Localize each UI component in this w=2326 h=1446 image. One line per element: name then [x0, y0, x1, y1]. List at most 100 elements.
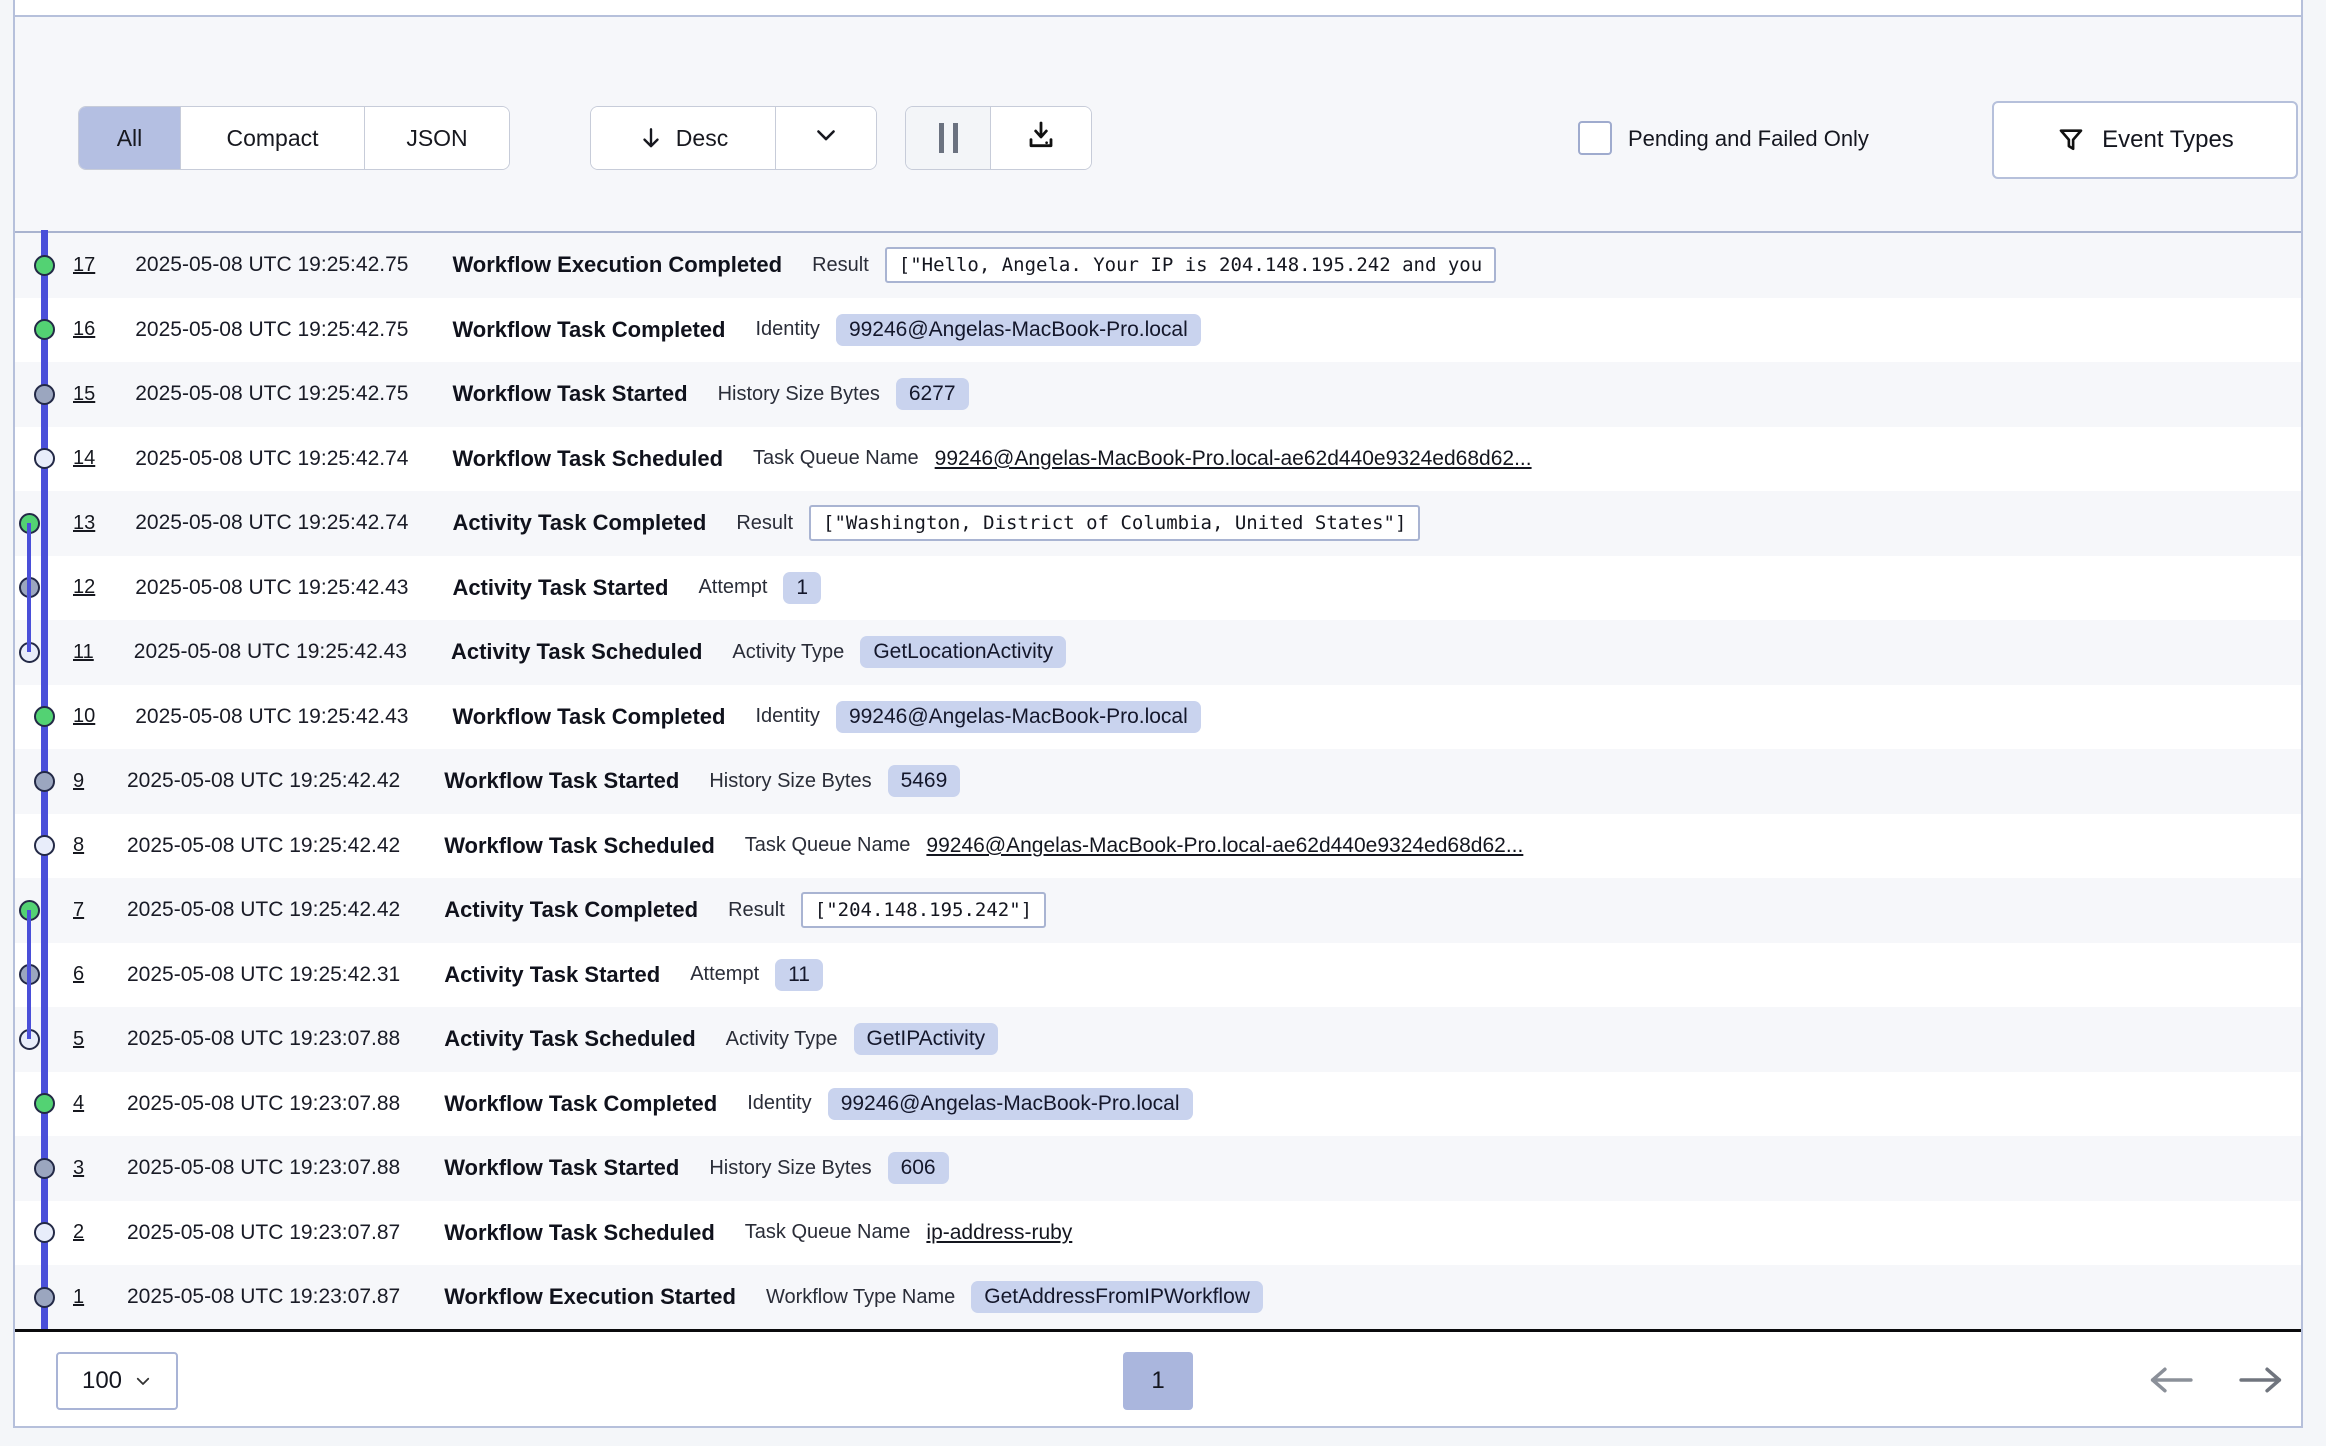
arrow-right-icon — [2235, 1360, 2287, 1400]
event-id-link[interactable]: 10 — [73, 705, 95, 728]
event-timestamp: 2025-05-08 UTC 19:25:42.43 — [135, 705, 408, 729]
event-detail-value: 99246@Angelas-MacBook-Pro.local — [828, 1088, 1193, 1120]
event-name: Workflow Execution Completed — [452, 252, 782, 278]
event-detail-label: Workflow Type Name — [766, 1286, 955, 1309]
event-dot-green — [34, 319, 55, 340]
event-detail-label: Result — [736, 512, 793, 535]
event-name: Workflow Task Scheduled — [444, 833, 715, 859]
event-id-link[interactable]: 17 — [73, 254, 95, 277]
sort-label: Desc — [676, 125, 728, 152]
event-row[interactable]: 112025-05-08 UTC 19:25:42.43Activity Tas… — [15, 620, 2301, 685]
event-detail-value[interactable]: 99246@Angelas-MacBook-Pro.local-ae62d440… — [926, 834, 1523, 858]
event-detail-label: History Size Bytes — [709, 1157, 871, 1180]
event-id-link[interactable]: 11 — [73, 641, 94, 664]
event-id-link[interactable]: 4 — [73, 1092, 87, 1115]
event-detail-value: 5469 — [888, 765, 961, 797]
event-id-link[interactable]: 14 — [73, 447, 95, 470]
event-name: Workflow Task Started — [444, 1155, 679, 1181]
event-row[interactable]: 8 2025-05-08 UTC 19:25:42.42 Workflow Task… — [15, 814, 2301, 879]
event-dot-green — [34, 1093, 55, 1114]
event-detail-label: Identity — [755, 705, 819, 728]
event-timestamp: 2025-05-08 UTC 19:23:07.88 — [127, 1156, 400, 1180]
event-name: Activity Task Completed — [444, 897, 698, 923]
event-timestamp: 2025-05-08 UTC 19:23:07.88 — [127, 1027, 400, 1051]
event-id-link[interactable]: 13 — [73, 512, 95, 535]
event-dot-white — [34, 448, 55, 469]
event-detail-value[interactable]: ip-address-ruby — [926, 1221, 1072, 1245]
sort-desc-button[interactable]: Desc — [591, 107, 776, 169]
event-detail-label: Identity — [747, 1092, 811, 1115]
event-name: Workflow Task Started — [452, 381, 687, 407]
event-timestamp: 2025-05-08 UTC 19:25:42.74 — [135, 447, 408, 471]
event-id-link[interactable]: 7 — [73, 899, 87, 922]
event-name: Workflow Task Scheduled — [452, 446, 723, 472]
event-row[interactable]: 3 2025-05-08 UTC 19:23:07.88 Workflow Task… — [15, 1136, 2301, 1201]
event-name: Activity Task Started — [452, 575, 668, 601]
event-detail-value: 606 — [888, 1152, 949, 1184]
event-types-label: Event Types — [2102, 126, 2234, 154]
sort-dropdown-button[interactable] — [776, 107, 876, 169]
event-detail-value: GetIPActivity — [854, 1023, 999, 1055]
event-row[interactable]: 52025-05-08 UTC 19:23:07.88Activity Task… — [15, 1007, 2301, 1072]
event-row[interactable]: 22025-05-08 UTC 19:23:07.87Workflow Task… — [15, 1201, 2301, 1266]
event-timestamp: 2025-05-08 UTC 19:25:42.75 — [135, 318, 408, 342]
prev-page-button[interactable] — [2143, 1354, 2199, 1406]
event-id-link[interactable]: 12 — [73, 576, 95, 599]
view-mode-group: All Compact JSON — [78, 106, 510, 170]
event-row[interactable]: 4 2025-05-08 UTC 19:23:07.88 Workflow Task… — [15, 1072, 2301, 1137]
event-dot-white — [34, 835, 55, 856]
current-page-indicator: 1 — [1123, 1352, 1193, 1410]
event-name: Workflow Task Scheduled — [444, 1220, 715, 1246]
event-detail-label: Task Queue Name — [745, 834, 911, 857]
filter-icon — [2056, 125, 2086, 155]
event-id-link[interactable]: 15 — [73, 383, 95, 406]
event-detail-label: Task Queue Name — [753, 447, 919, 470]
event-detail-value: 99246@Angelas-MacBook-Pro.local — [836, 701, 1201, 733]
event-dot-white — [34, 1222, 55, 1243]
event-id-link[interactable]: 16 — [73, 318, 95, 341]
event-id-link[interactable]: 9 — [73, 770, 87, 793]
event-detail-label: Attempt — [690, 963, 759, 986]
event-id-link[interactable]: 3 — [73, 1157, 87, 1180]
event-types-button[interactable]: Event Types — [1992, 101, 2298, 179]
timeline-branch-line — [27, 523, 32, 652]
pause-button[interactable] — [906, 107, 991, 169]
event-id-link[interactable]: 5 — [73, 1028, 87, 1051]
event-id-link[interactable]: 8 — [73, 834, 87, 857]
download-button[interactable] — [991, 107, 1091, 169]
event-timestamp: 2025-05-08 UTC 19:25:42.42 — [127, 834, 400, 858]
event-history-toolbar: All Compact JSON Desc — [15, 17, 2301, 232]
event-row[interactable]: 122025-05-08 UTC 19:25:42.43Activity Tas… — [15, 556, 2301, 621]
page-size-select[interactable]: 100 — [56, 1352, 178, 1410]
event-timestamp: 2025-05-08 UTC 19:25:42.74 — [135, 511, 408, 535]
pending-failed-checkbox[interactable] — [1578, 121, 1612, 155]
event-row[interactable]: 14 2025-05-08 UTC 19:25:42.74 Workflow Tas… — [15, 427, 2301, 492]
event-id-link[interactable]: 1 — [73, 1286, 87, 1309]
event-detail-value: ["Hello, Angela. Your IP is 204.148.195.… — [885, 247, 1496, 283]
event-history-panel: All Compact JSON Desc — [13, 0, 2303, 1428]
event-detail-label: Result — [728, 899, 785, 922]
event-detail-value: 11 — [775, 959, 823, 991]
event-row[interactable]: 62025-05-08 UTC 19:25:42.31Activity Task… — [15, 943, 2301, 1008]
event-row[interactable]: 162025-05-08 UTC 19:25:42.75Workflow Tas… — [15, 298, 2301, 363]
event-row[interactable]: 92025-05-08 UTC 19:25:42.42Workflow Task… — [15, 749, 2301, 814]
next-page-button[interactable] — [2233, 1354, 2289, 1406]
event-timestamp: 2025-05-08 UTC 19:23:07.88 — [127, 1092, 400, 1116]
event-row[interactable]: 72025-05-08 UTC 19:25:42.42Activity Task… — [15, 878, 2301, 943]
event-row[interactable]: 172025-05-08 UTC 19:25:42.75Workflow Exe… — [15, 233, 2301, 298]
event-row[interactable]: 12025-05-08 UTC 19:23:07.87Workflow Exec… — [15, 1265, 2301, 1330]
timeline-branch-line — [27, 910, 32, 1039]
event-id-link[interactable]: 2 — [73, 1221, 87, 1244]
event-row[interactable]: 102025-05-08 UTC 19:25:42.43Workflow Tas… — [15, 685, 2301, 750]
event-detail-value[interactable]: 99246@Angelas-MacBook-Pro.local-ae62d440… — [935, 447, 1532, 471]
event-name: Workflow Task Completed — [444, 1091, 717, 1117]
event-row[interactable]: 152025-05-08 UTC 19:25:42.75Workflow Tas… — [15, 362, 2301, 427]
event-detail-label: Activity Type — [726, 1028, 838, 1051]
event-name: Activity Task Started — [444, 962, 660, 988]
view-mode-compact[interactable]: Compact — [181, 107, 365, 169]
event-id-link[interactable]: 6 — [73, 963, 87, 986]
view-mode-all[interactable]: All — [79, 107, 181, 169]
event-name: Activity Task Scheduled — [451, 639, 702, 665]
view-mode-json[interactable]: JSON — [365, 107, 509, 169]
event-row[interactable]: 132025-05-08 UTC 19:25:42.74Activity Tas… — [15, 491, 2301, 556]
